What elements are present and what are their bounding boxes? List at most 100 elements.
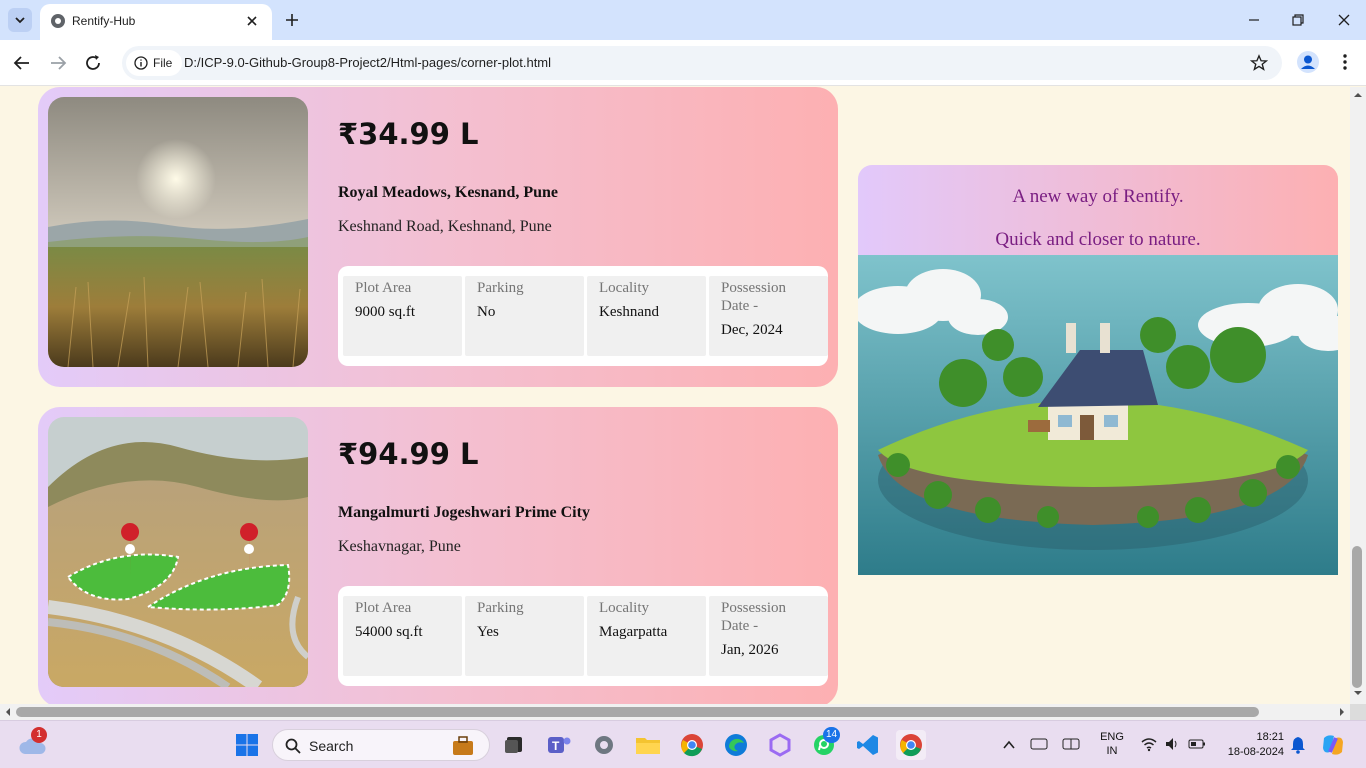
- show-hidden-icons-chevron-up-icon[interactable]: [1002, 739, 1016, 751]
- spec-plot-area: Plot Area 9000 sq.ft: [343, 276, 462, 356]
- tab-title: Rentify-Hub: [72, 14, 136, 28]
- vscode-icon: [857, 735, 878, 755]
- page-viewport: ₹34.99 L Royal Meadows, Kesnand, Pune Ke…: [0, 87, 1350, 704]
- listing-name: Royal Meadows, Kesnand, Pune: [338, 184, 559, 201]
- listing-card[interactable]: ₹94.99 L Mangalmurti Jogeshwari Prime Ci…: [38, 407, 838, 704]
- search-icon: [285, 738, 301, 754]
- whatsapp-button[interactable]: 14: [809, 727, 841, 760]
- scrollbar-corner: [1350, 704, 1366, 720]
- vertical-scroll-thumb[interactable]: [1352, 546, 1362, 688]
- spec-value: Magarpatta: [599, 624, 668, 640]
- new-tab-icon[interactable]: [282, 10, 302, 30]
- clock[interactable]: 18:21 18-08-2024: [1212, 730, 1284, 760]
- spec-plot-area: Plot Area 54000 sq.ft: [343, 596, 462, 676]
- browser-tab-bar: Rentify-Hub: [0, 0, 1366, 40]
- address-bar[interactable]: File D:/ICP-9.0-Github-Group8-Project2/H…: [122, 46, 1282, 80]
- vertical-scrollbar[interactable]: [1350, 87, 1366, 704]
- notification-badge: 1: [31, 727, 47, 743]
- spec-label: Plot Area: [355, 600, 412, 616]
- scroll-up-icon[interactable]: [1354, 91, 1362, 99]
- listing-price: ₹94.99 L: [338, 437, 479, 471]
- edge-icon: [725, 734, 747, 756]
- spec-possession: Possession Date - Jan, 2026: [709, 596, 828, 676]
- browser-tab[interactable]: Rentify-Hub: [40, 4, 272, 40]
- taskbar-search[interactable]: Search: [272, 729, 490, 761]
- reload-icon[interactable]: [84, 54, 104, 72]
- spec-locality: Locality Magarpatta: [587, 596, 706, 676]
- wifi-icon[interactable]: [1140, 736, 1158, 752]
- back-arrow-icon[interactable]: [12, 54, 32, 72]
- teams-button[interactable]: T: [544, 730, 574, 760]
- listing-photo-meadow: [48, 97, 308, 367]
- chrome-button[interactable]: [677, 730, 707, 760]
- teams-icon: T: [548, 737, 571, 753]
- settings-button[interactable]: [589, 730, 619, 760]
- spec-value: No: [477, 304, 496, 320]
- bookmark-star-icon[interactable]: [1250, 54, 1268, 72]
- chevron-down-icon: [15, 17, 25, 24]
- more-menu-icon[interactable]: [1336, 53, 1354, 71]
- clock-time: 18:21: [1256, 731, 1284, 743]
- horizontal-scroll-thumb[interactable]: [16, 707, 1259, 717]
- spec-label: Parking: [477, 600, 524, 616]
- close-tab-icon[interactable]: [244, 13, 260, 29]
- listing-address: Keshavnagar, Pune: [338, 538, 461, 555]
- profile-avatar-icon[interactable]: [1296, 50, 1320, 74]
- listing-specs: Plot Area 54000 sq.ft Parking Yes Locality…: [338, 586, 828, 686]
- edge-button[interactable]: [721, 730, 751, 760]
- notification-badge: 14: [823, 727, 841, 743]
- briefcase-icon: [453, 736, 473, 755]
- start-button[interactable]: [232, 730, 262, 760]
- spec-value: 54000 sq.ft: [355, 624, 423, 640]
- browser-toolbar: File D:/ICP-9.0-Github-Group8-Project2/H…: [0, 40, 1366, 86]
- close-window-icon[interactable]: [1334, 10, 1354, 30]
- island-house-illustration: [858, 255, 1338, 575]
- listing-address: Keshnand Road, Keshnand, Pune: [338, 218, 552, 235]
- spec-label: Possession Date -: [721, 600, 787, 634]
- volume-icon[interactable]: [1164, 736, 1180, 752]
- keyboard-icon[interactable]: [1030, 737, 1048, 751]
- spec-label: Plot Area: [355, 280, 412, 296]
- spec-value: Keshnand: [599, 304, 659, 320]
- scroll-right-icon[interactable]: [1338, 708, 1346, 716]
- file-label: File: [153, 56, 173, 70]
- spec-value: Jan, 2026: [721, 642, 779, 658]
- forward-arrow-icon[interactable]: [48, 54, 68, 72]
- globe-icon: [51, 14, 65, 28]
- scroll-left-icon[interactable]: [4, 708, 12, 716]
- gear-icon: [595, 736, 613, 754]
- windows-taskbar: 1 Search T 14 ENG IN 18:21 18-08-2024: [0, 720, 1366, 768]
- scroll-down-icon[interactable]: [1354, 689, 1362, 697]
- language-indicator[interactable]: ENG IN: [1098, 730, 1126, 758]
- listing-card[interactable]: ₹34.99 L Royal Meadows, Kesnand, Pune Ke…: [38, 87, 838, 387]
- copilot-app-button[interactable]: [765, 730, 795, 760]
- task-view-button[interactable]: [499, 730, 529, 760]
- chrome-active-button[interactable]: [896, 730, 926, 760]
- spec-value: Yes: [477, 624, 499, 640]
- spec-parking: Parking Yes: [465, 596, 584, 676]
- weather-widget[interactable]: 1: [17, 727, 47, 760]
- task-view-icon: [505, 737, 522, 753]
- chrome-icon: [900, 734, 922, 757]
- tablet-mode-icon[interactable]: [1062, 737, 1080, 751]
- hexagon-app-icon: [769, 733, 791, 757]
- minimize-icon[interactable]: [1244, 10, 1264, 30]
- notification-bell-icon[interactable]: [1290, 736, 1306, 754]
- vscode-button[interactable]: [853, 730, 883, 760]
- restore-icon[interactable]: [1288, 10, 1308, 30]
- windows-logo-icon: [236, 734, 258, 756]
- horizontal-scrollbar[interactable]: [0, 704, 1350, 720]
- copilot-icon[interactable]: [1320, 732, 1346, 758]
- system-tray: ENG IN 18:21 18-08-2024: [1000, 721, 1366, 768]
- spec-parking: Parking No: [465, 276, 584, 356]
- site-info-chip[interactable]: File: [126, 50, 183, 76]
- battery-icon[interactable]: [1188, 737, 1206, 751]
- spec-label: Locality: [599, 600, 649, 616]
- tab-search-button[interactable]: [8, 8, 32, 32]
- file-explorer-button[interactable]: [633, 730, 663, 760]
- spec-label: Possession Date -: [721, 280, 787, 314]
- promo-subtagline: Quick and closer to nature.: [995, 229, 1201, 250]
- promo-tagline: A new way of Rentify.: [1012, 186, 1184, 207]
- listing-name: Mangalmurti Jogeshwari Prime City: [338, 504, 590, 521]
- language-code: ENG: [1100, 731, 1124, 743]
